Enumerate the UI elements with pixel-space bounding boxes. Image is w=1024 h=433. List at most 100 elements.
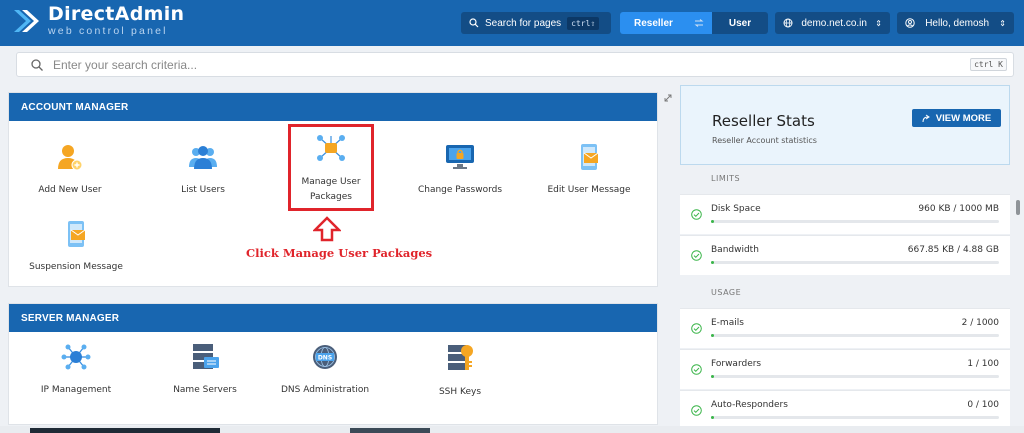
stat-value: 960 KB / 1000 MB <box>918 204 999 214</box>
stat-progress-bar <box>711 220 999 223</box>
view-more-button[interactable]: VIEW MORE <box>912 109 1001 127</box>
criteria-search-input[interactable] <box>53 57 933 72</box>
stat-progress-bar <box>711 375 999 378</box>
page-scrollbar[interactable] <box>1016 200 1020 215</box>
tile-label: SSH Keys <box>438 387 482 397</box>
reseller-stats-header: Reseller Stats Reseller Account statisti… <box>680 85 1010 165</box>
check-circle-icon <box>691 250 702 261</box>
stat-progress-bar <box>711 261 999 264</box>
reseller-stats-subtitle: Reseller Account statistics <box>712 136 817 145</box>
stat-row-disk-space: Disk Space 960 KB / 1000 MB <box>680 194 1010 234</box>
stat-value: 2 / 1000 <box>961 318 999 328</box>
list-users-tile[interactable]: List Users <box>138 143 268 198</box>
stat-name: Forwarders <box>711 359 762 369</box>
bottom-panel-edge <box>30 428 220 433</box>
dns-administration-tile[interactable]: DNS DNS Administration <box>260 343 390 398</box>
network-hub-icon <box>61 344 91 370</box>
manage-packages-highlight <box>288 124 374 211</box>
domain-selector[interactable]: demo.net.co.in ⇕ <box>775 12 890 34</box>
top-navbar: DirectAdmin web control panel Search for… <box>0 0 1024 46</box>
name-servers-tile[interactable]: Name Servers <box>140 343 270 398</box>
stat-row-emails: E-mails 2 / 1000 <box>680 308 1010 348</box>
mode-user-button[interactable]: User <box>712 12 768 34</box>
stat-progress-fill <box>711 375 714 378</box>
page-search-label: Search for pages <box>485 17 562 29</box>
tile-label: Name Servers <box>173 385 237 395</box>
stat-progress-fill <box>711 220 714 223</box>
page-search-button[interactable]: Search for pages ctrl⇧ <box>461 12 611 34</box>
stat-progress-bar <box>711 416 999 419</box>
up-arrow-icon <box>313 216 341 242</box>
user-menu[interactable]: Hello, demosh ⇕ <box>897 12 1014 34</box>
external-arrow-icon <box>922 114 930 122</box>
ssh-keys-tile[interactable]: SSH Keys <box>395 343 525 400</box>
check-circle-icon <box>691 209 702 220</box>
view-more-label: VIEW MORE <box>935 112 992 124</box>
monitor-lock-icon <box>446 145 474 169</box>
edit-user-message-tile[interactable]: Edit User Message <box>524 143 654 198</box>
reseller-stats-panel: Reseller Stats Reseller Account statisti… <box>680 85 1010 433</box>
users-group-icon <box>189 146 217 169</box>
tile-label: Add New User <box>38 185 102 195</box>
stat-value: 1 / 100 <box>967 359 999 369</box>
limits-section-label: LIMITS <box>711 174 741 183</box>
logo-subtitle: web control panel <box>48 25 168 37</box>
domain-chevron-icon: ⇕ <box>875 18 882 28</box>
stat-name: E-mails <box>711 318 744 328</box>
mode-reseller-label: Reseller <box>634 17 673 29</box>
stat-progress-fill <box>711 416 714 419</box>
stat-progress-fill <box>711 261 714 264</box>
server-manager-title: SERVER MANAGER <box>9 304 657 332</box>
add-user-icon <box>58 145 83 171</box>
stat-name: Auto-Responders <box>711 400 788 410</box>
user-chevron-icon: ⇕ <box>999 18 1006 28</box>
tile-label: List Users <box>181 185 225 195</box>
dns-globe-icon: DNS <box>313 345 337 369</box>
page-search-shortcut: ctrl⇧ <box>567 16 600 30</box>
stat-name: Bandwidth <box>711 245 759 255</box>
stat-value: 667.85 KB / 4.88 GB <box>907 245 999 255</box>
server-stack-icon <box>193 344 219 369</box>
check-circle-icon <box>691 323 702 334</box>
search-icon <box>469 18 479 28</box>
stat-progress-bar <box>711 334 999 337</box>
expand-diagonal-icon[interactable] <box>664 94 672 102</box>
domain-label: demo.net.co.in <box>801 17 867 29</box>
stat-row-auto-responders: Auto-Responders 0 / 100 <box>680 390 1010 430</box>
phone-message-icon <box>581 144 599 170</box>
swap-icon <box>694 19 704 27</box>
add-new-user-tile[interactable]: Add New User <box>5 143 135 198</box>
check-circle-icon <box>691 364 702 375</box>
ip-management-tile[interactable]: IP Management <box>11 343 141 398</box>
criteria-search-shortcut: ctrl K <box>970 58 1007 71</box>
tile-label: IP Management <box>40 385 112 395</box>
tile-label: Suspension Message <box>29 262 123 272</box>
stat-row-bandwidth: Bandwidth 667.85 KB / 4.88 GB <box>680 235 1010 275</box>
directadmin-logo[interactable]: DirectAdmin web control panel <box>12 5 184 37</box>
usage-section-label: USAGE <box>711 288 742 297</box>
stat-name: Disk Space <box>711 204 761 214</box>
bottom-panel-edge <box>350 428 430 433</box>
stat-row-forwarders: Forwarders 1 / 100 <box>680 349 1010 389</box>
suspension-message-tile[interactable]: Suspension Message <box>11 220 141 275</box>
reseller-stats-title: Reseller Stats <box>712 112 815 130</box>
svg-text:DNS: DNS <box>318 355 332 362</box>
phone-message-icon <box>68 221 86 247</box>
change-passwords-tile[interactable]: Change Passwords <box>395 143 525 198</box>
logo-chevron-icon <box>14 9 39 32</box>
check-circle-icon <box>691 405 702 416</box>
stat-value: 0 / 100 <box>967 400 999 410</box>
search-icon <box>31 58 43 71</box>
tile-label: Change Passwords <box>417 185 503 195</box>
stat-progress-fill <box>711 334 714 337</box>
mode-reseller-button[interactable]: Reseller <box>620 12 712 34</box>
user-greeting: Hello, demosh <box>925 17 990 29</box>
tile-label: Edit User Message <box>547 185 631 195</box>
globe-icon <box>783 18 793 28</box>
instruction-annotation: Click Manage User Packages <box>246 246 433 260</box>
logo-title: DirectAdmin <box>48 3 185 25</box>
criteria-search-bar[interactable]: ctrl K <box>16 52 1014 77</box>
account-manager-title: ACCOUNT MANAGER <box>9 93 657 121</box>
mode-toggle[interactable]: Reseller User <box>620 12 768 34</box>
tile-label: DNS Administration <box>280 385 370 395</box>
